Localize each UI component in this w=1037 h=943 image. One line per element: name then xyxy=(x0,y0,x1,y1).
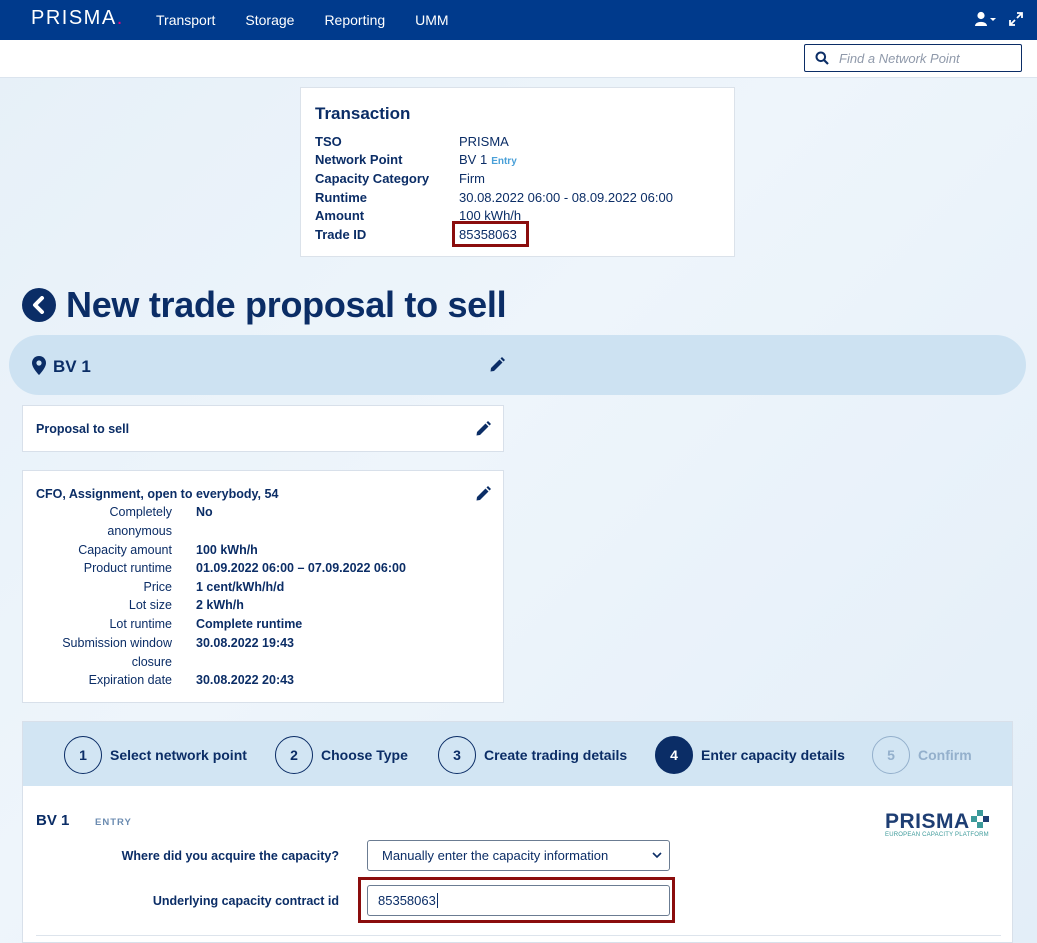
chevron-left-icon xyxy=(33,296,44,314)
step-enter-capacity-details[interactable]: 4 Enter capacity details xyxy=(655,736,845,774)
network-point-name: BV 1 xyxy=(53,357,91,376)
edit-proposal-icon[interactable] xyxy=(475,421,491,437)
step-confirm: 5 Confirm xyxy=(872,736,972,774)
prisma-cross-icon xyxy=(970,810,989,828)
contract-id-highlight xyxy=(358,877,675,923)
step-select-network-point[interactable]: 1 Select network point xyxy=(64,736,247,774)
search-input[interactable] xyxy=(839,50,1009,66)
network-point-bar: BV 1 xyxy=(9,335,1026,395)
step-create-trading-details[interactable]: 3 Create trading details xyxy=(438,736,627,774)
network-point-search[interactable] xyxy=(804,44,1022,72)
user-menu-icon[interactable] xyxy=(975,11,997,30)
form-entry-tag: ENTRY xyxy=(95,817,132,828)
nav-reporting[interactable]: Reporting xyxy=(324,12,385,28)
search-icon xyxy=(815,51,829,65)
page-header: New trade proposal to sell xyxy=(22,284,507,326)
page-title: New trade proposal to sell xyxy=(66,284,507,325)
edit-details-icon[interactable] xyxy=(475,486,491,502)
transaction-title: Transaction xyxy=(315,104,411,123)
nav-umm[interactable]: UMM xyxy=(415,12,448,28)
step-choose-type[interactable]: 2 Choose Type xyxy=(275,736,408,774)
contract-id-label: Underlying capacity contract id xyxy=(152,894,339,908)
back-button[interactable] xyxy=(22,288,56,322)
edit-network-point-icon[interactable] xyxy=(489,357,505,373)
form-network-point-title: BV 1 xyxy=(36,812,70,829)
prisma-brand-logo: PRISMA EUROPEAN CAPACITY PLATFORM xyxy=(885,810,989,838)
wizard-steps: 1 Select network point 2 Choose Type 3 C… xyxy=(23,722,1012,786)
proposal-label: Proposal to sell xyxy=(36,422,130,436)
nav-storage[interactable]: Storage xyxy=(245,12,294,28)
trade-id-highlight xyxy=(452,221,529,247)
top-navigation-bar: PRISMA. Transport Storage Reporting UMM xyxy=(0,0,1037,40)
nav-transport[interactable]: Transport xyxy=(156,12,215,28)
top-right-controls xyxy=(975,11,1023,30)
form-divider xyxy=(36,935,1001,936)
proposal-type-card: Proposal to sell xyxy=(22,405,504,452)
trading-details-card: CFO, Assignment, open to everybody, 54 C… xyxy=(22,470,504,703)
expand-icon[interactable] xyxy=(1009,12,1023,29)
trading-details-heading: CFO, Assignment, open to everybody, 54 xyxy=(36,487,279,501)
map-pin-icon xyxy=(32,356,46,375)
chevron-down-icon xyxy=(652,852,662,859)
search-bar xyxy=(0,40,1037,78)
acquire-capacity-select[interactable]: Manually enter the capacity information xyxy=(367,840,670,871)
main-nav: Transport Storage Reporting UMM xyxy=(156,12,479,28)
entry-tag: Entry xyxy=(491,156,517,167)
prisma-logo[interactable]: PRISMA. xyxy=(31,7,124,30)
acquire-capacity-label: Where did you acquire the capacity? xyxy=(121,849,339,863)
